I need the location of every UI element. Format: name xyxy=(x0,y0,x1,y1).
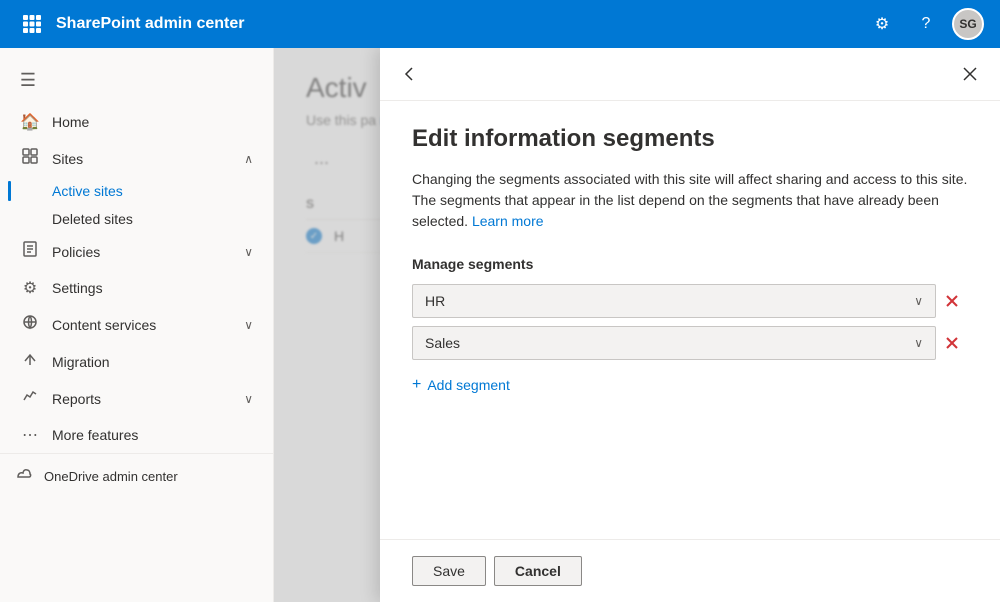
sales-dropdown-chevron: ∨ xyxy=(914,336,923,350)
top-bar-actions: ⚙ ? SG xyxy=(864,6,984,42)
sidebar-item-content-services[interactable]: Content services ∨ xyxy=(4,306,269,343)
manage-segments-section: Manage segments HR ∨ xyxy=(412,256,968,402)
segment-sales-remove-button[interactable] xyxy=(936,331,968,355)
sidebar-policies-label: Policies xyxy=(52,244,244,260)
sites-chevron: ∧ xyxy=(244,152,253,166)
segment-dropdown-sales[interactable]: Sales ∨ xyxy=(412,326,936,360)
more-features-icon: ⋯ xyxy=(20,425,40,445)
segment-sales-value: Sales xyxy=(425,335,460,351)
edit-panel: Edit information segments Changing the s… xyxy=(380,48,1000,602)
content-services-icon xyxy=(20,314,40,335)
sidebar-migration-label: Migration xyxy=(52,354,253,370)
add-segment-button[interactable]: + Add segment xyxy=(412,368,510,402)
save-button[interactable]: Save xyxy=(412,556,486,586)
settings-nav-icon: ⚙ xyxy=(20,278,40,298)
sidebar-item-home[interactable]: 🏠 Home xyxy=(4,104,269,140)
sidebar-item-policies[interactable]: Policies ∨ xyxy=(4,233,269,270)
app-title: SharePoint admin center xyxy=(56,15,864,33)
active-sites-label: Active sites xyxy=(52,183,123,199)
onedrive-admin-label: OneDrive admin center xyxy=(44,469,178,484)
sidebar-toggle[interactable]: ☰ xyxy=(8,60,48,100)
sidebar-item-more-features[interactable]: ⋯ More features xyxy=(4,417,269,453)
segment-hr-value: HR xyxy=(425,293,445,309)
grid-icon[interactable] xyxy=(16,8,48,40)
segment-row-hr: HR ∨ xyxy=(412,284,968,318)
migration-icon xyxy=(20,351,40,372)
deleted-sites-label: Deleted sites xyxy=(52,211,133,227)
sidebar-settings-label: Settings xyxy=(52,280,253,296)
sidebar-more-label: More features xyxy=(52,427,253,443)
panel-footer: Save Cancel xyxy=(380,539,1000,602)
segment-row-sales: Sales ∨ xyxy=(412,326,968,360)
top-bar: SharePoint admin center ⚙ ? SG xyxy=(0,0,1000,48)
help-button[interactable]: ? xyxy=(908,6,944,42)
sidebar-item-settings[interactable]: ⚙ Settings xyxy=(4,270,269,306)
plus-icon: + xyxy=(412,376,421,394)
reports-chevron: ∨ xyxy=(244,392,253,406)
sidebar-item-active-sites[interactable]: Active sites xyxy=(4,177,269,205)
sites-icon xyxy=(20,148,40,169)
segment-dropdown-hr[interactable]: HR ∨ xyxy=(412,284,936,318)
sidebar-item-sites[interactable]: Sites ∧ xyxy=(4,140,269,177)
add-segment-label: Add segment xyxy=(427,377,510,393)
sidebar-reports-label: Reports xyxy=(52,391,244,407)
manage-segments-title: Manage segments xyxy=(412,256,968,272)
user-avatar[interactable]: SG xyxy=(952,8,984,40)
main-layout: ☰ 🏠 Home Sites ∧ Active sites Deleted si… xyxy=(0,48,1000,602)
sidebar-sites-label: Sites xyxy=(52,151,244,167)
segment-hr-remove-button[interactable] xyxy=(936,289,968,313)
sidebar-item-reports[interactable]: Reports ∨ xyxy=(4,380,269,417)
content-area: Activ Use this pa more ... S H xyxy=(274,48,1000,602)
settings-button[interactable]: ⚙ xyxy=(864,6,900,42)
onedrive-admin-link[interactable]: OneDrive admin center xyxy=(0,453,273,499)
panel-back-button[interactable] xyxy=(396,60,424,88)
policies-chevron: ∨ xyxy=(244,245,253,259)
panel-nav xyxy=(380,48,1000,101)
sidebar-content-label: Content services xyxy=(52,317,244,333)
reports-icon xyxy=(20,388,40,409)
cancel-button[interactable]: Cancel xyxy=(494,556,582,586)
sidebar-item-deleted-sites[interactable]: Deleted sites xyxy=(4,205,269,233)
learn-more-link[interactable]: Learn more xyxy=(472,213,544,229)
content-chevron: ∨ xyxy=(244,318,253,332)
onedrive-icon xyxy=(16,466,32,487)
home-icon: 🏠 xyxy=(20,112,40,132)
policies-icon xyxy=(20,241,40,262)
panel-description: Changing the segments associated with th… xyxy=(412,169,968,232)
hr-dropdown-chevron: ∨ xyxy=(914,294,923,308)
panel-title: Edit information segments xyxy=(412,125,968,153)
panel-body: Edit information segments Changing the s… xyxy=(380,101,1000,539)
sidebar: ☰ 🏠 Home Sites ∧ Active sites Deleted si… xyxy=(0,48,274,602)
sidebar-item-migration[interactable]: Migration xyxy=(4,343,269,380)
panel-close-button[interactable] xyxy=(956,60,984,88)
sidebar-home-label: Home xyxy=(52,114,253,130)
panel-overlay: Edit information segments Changing the s… xyxy=(274,48,1000,602)
